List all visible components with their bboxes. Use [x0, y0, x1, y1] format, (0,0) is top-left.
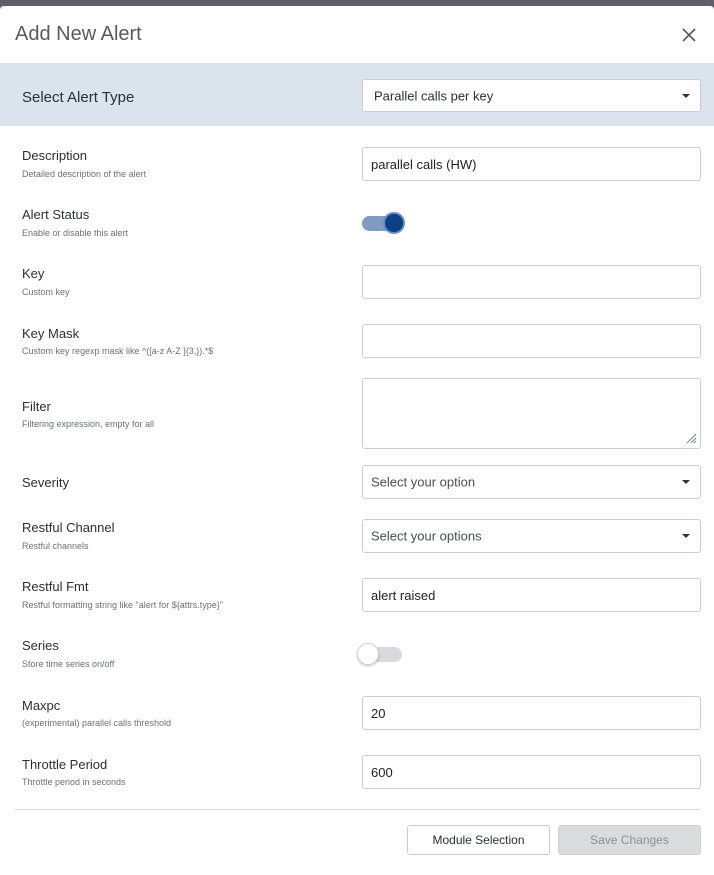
close-button[interactable]	[676, 22, 702, 48]
alert-type-select[interactable]: Parallel calls per key	[362, 79, 701, 112]
filter-textarea[interactable]	[362, 378, 701, 449]
chevron-down-icon	[682, 480, 690, 484]
throttle-period-input[interactable]	[362, 755, 701, 789]
close-icon	[682, 28, 696, 42]
severity-select[interactable]: Select your option	[362, 465, 701, 499]
key-help: Custom key	[22, 287, 70, 297]
add-alert-modal: Add New Alert Select Alert Type Parallel…	[0, 6, 714, 875]
restful-channel-label: Restful Channel	[22, 520, 115, 535]
restful-channel-select[interactable]: Select your options	[362, 519, 701, 553]
alert-type-bar: Select Alert Type Parallel calls per key	[0, 63, 714, 126]
description-label: Description	[22, 148, 88, 163]
maxpc-help: (experimental) parallel calls threshold	[22, 718, 172, 728]
series-toggle[interactable]	[357, 642, 406, 666]
filter-label: Filter	[22, 399, 51, 414]
key-mask-label: Key Mask	[22, 326, 80, 341]
key-mask-input[interactable]	[362, 324, 701, 358]
throttle-period-label: Throttle Period	[22, 757, 108, 772]
module-selection-button[interactable]: Module Selection	[407, 825, 550, 855]
key-label: Key	[22, 266, 45, 281]
alert-type-value: Parallel calls per key	[374, 88, 494, 103]
alert-status-toggle-knob	[383, 212, 405, 234]
throttle-period-help: Throttle period in seconds	[22, 777, 126, 787]
description-input[interactable]	[362, 147, 701, 181]
chevron-down-icon	[682, 93, 690, 98]
chevron-down-icon	[682, 534, 690, 538]
series-toggle-knob	[357, 643, 379, 665]
maxpc-label: Maxpc	[22, 698, 61, 713]
alert-status-toggle[interactable]	[362, 211, 406, 235]
alert-status-label: Alert Status	[22, 207, 90, 222]
series-help: Store time series on/off	[22, 659, 115, 669]
restful-channel-help: Restful channels	[22, 541, 89, 551]
severity-value: Select your option	[371, 474, 476, 490]
restful-channel-value: Select your options	[371, 528, 482, 544]
modal-title: Add New Alert	[15, 23, 142, 45]
filter-help: Filtering expression, empty for all	[22, 419, 155, 429]
description-help: Detailed description of the alert	[22, 169, 147, 179]
severity-label: Severity	[22, 475, 69, 490]
restful-fmt-help: Restful formatting string like "alert fo…	[22, 600, 223, 610]
alert-status-help: Enable or disable this alert	[22, 228, 129, 238]
key-input[interactable]	[362, 265, 701, 299]
restful-fmt-label: Restful Fmt	[22, 579, 89, 594]
key-mask-help: Custom key regexp mask like ^([a-z A-Z ]…	[22, 346, 214, 356]
restful-fmt-input[interactable]	[362, 578, 701, 612]
maxpc-input[interactable]	[362, 696, 701, 730]
alert-type-label: Select Alert Type	[22, 89, 135, 106]
resize-grip-icon[interactable]	[685, 432, 697, 444]
modal-header: Add New Alert	[0, 6, 714, 63]
series-label: Series	[22, 638, 59, 653]
save-changes-button[interactable]: Save Changes	[558, 825, 701, 855]
footer-divider	[15, 809, 701, 810]
